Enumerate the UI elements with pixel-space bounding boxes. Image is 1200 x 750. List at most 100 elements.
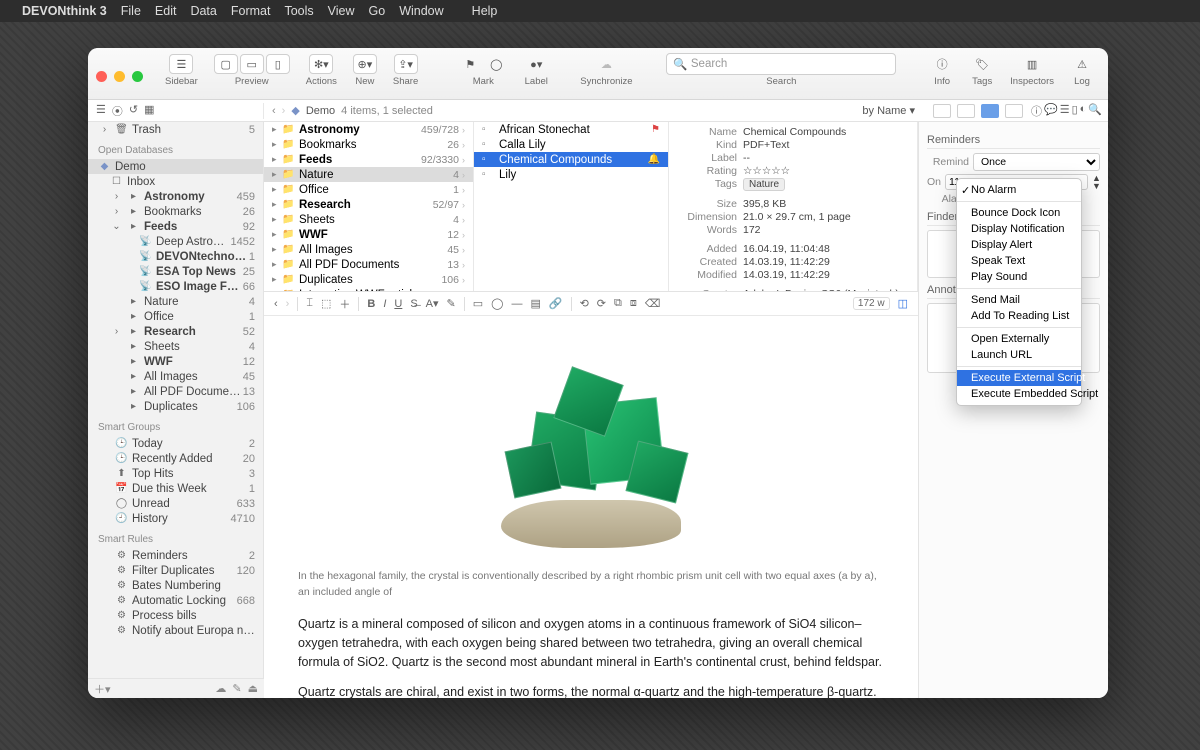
app-name[interactable]: DEVONthink 3 (22, 4, 107, 18)
italic-icon[interactable]: I (383, 298, 386, 310)
sidebar-item[interactable]: ▸All PDF Documents13 (88, 384, 263, 399)
font-color-icon[interactable]: A▾ (426, 297, 439, 310)
sidebar-item[interactable]: 📡ESA Top News25 (88, 264, 263, 279)
cover-view-icon[interactable] (1005, 104, 1023, 118)
column-item[interactable]: ▸📁All Images45› (264, 242, 473, 257)
list-view-icon[interactable] (957, 104, 975, 118)
zoom-controls-icon[interactable]: ◫ (898, 297, 908, 310)
sidebar-item[interactable]: ›▸Astronomy459 (88, 189, 263, 204)
dropdown-item[interactable]: Send Mail (957, 292, 1081, 308)
column-item[interactable]: ▸📁WWF12› (264, 227, 473, 242)
insp-toc-icon[interactable]: ☰ (1060, 103, 1070, 119)
search-input[interactable]: 🔍 Search (666, 53, 896, 75)
sidebar-item[interactable]: ⚙Process bills (88, 608, 263, 623)
close-button[interactable] (96, 71, 107, 82)
stepper-icon[interactable]: ▲▼ (1092, 174, 1101, 190)
column-item[interactable]: ▸📁Interesting WWF articles3› (264, 287, 473, 291)
sidebar-item[interactable]: 📡Deep Astronomy1452 (88, 234, 263, 249)
insp-concordance-icon[interactable]: ◐ (1080, 103, 1087, 119)
sidebar-item[interactable]: ▸WWF12 (88, 354, 263, 369)
insp-generic-icon[interactable]: ⓘ (1031, 103, 1042, 119)
line-icon[interactable]: — (511, 298, 522, 310)
grid-view-icon[interactable] (933, 104, 951, 118)
sidebar-db-demo[interactable]: ◆ Demo (88, 159, 263, 174)
column-item[interactable]: ▸📁Feeds92/3330› (264, 152, 473, 167)
minimize-button[interactable] (114, 71, 125, 82)
sidebar-item[interactable]: ⬆Top Hits3 (88, 466, 263, 481)
column-item[interactable]: ▸📁Astronomy459/728› (264, 122, 473, 137)
doc-back-button[interactable]: ‹ (274, 298, 278, 310)
share-button[interactable]: ⇪▾ (394, 54, 418, 74)
insp-annotations-icon[interactable]: 💬 (1044, 103, 1058, 119)
inspectors-icon[interactable]: ▥ (1020, 54, 1044, 74)
sidebar-item[interactable]: ▸Nature4 (88, 294, 263, 309)
sidebar-inbox[interactable]: ☐ Inbox (88, 174, 263, 189)
highlight-icon[interactable]: ✎ (447, 297, 456, 310)
menu-go[interactable]: Go (369, 4, 386, 18)
oval-icon[interactable]: ◯ (491, 297, 503, 310)
menu-window[interactable]: Window (399, 4, 443, 18)
dropdown-item[interactable]: Speak Text (957, 253, 1081, 269)
dropdown-item[interactable]: Execute External Script (957, 370, 1081, 386)
sidebar-item[interactable]: ⌄▸Feeds92 (88, 219, 263, 234)
view-list-icon[interactable]: ☰ (96, 103, 106, 119)
column-item[interactable]: ▸📁Nature4› (264, 167, 473, 182)
eject-icon[interactable]: ⏏ (248, 682, 258, 695)
menu-edit[interactable]: Edit (155, 4, 177, 18)
insp-search-icon[interactable]: 🔍 (1088, 103, 1102, 119)
sidebar-item[interactable]: 📡DEVONtechnologies |...1 (88, 249, 263, 264)
sidebar-item[interactable]: ⚙Bates Numbering (88, 578, 263, 593)
menu-data[interactable]: Data (190, 4, 216, 18)
dropdown-item[interactable]: Display Notification (957, 221, 1081, 237)
zoom-button[interactable] (132, 71, 143, 82)
sidebar-toggle[interactable]: ☰ (169, 54, 193, 74)
column-item[interactable]: ▸📁Research52/97› (264, 197, 473, 212)
column-item[interactable]: ▸📁Duplicates106› (264, 272, 473, 287)
select-tool-icon[interactable]: ⬚ (321, 297, 331, 310)
sidebar-item[interactable]: ›▸Research52 (88, 324, 263, 339)
sidebar-item[interactable]: 🕘History4710 (88, 511, 263, 526)
text-tool-icon[interactable]: ⌶ (306, 297, 313, 310)
preview-wide-icon[interactable]: ▭ (240, 54, 264, 74)
sidebar-item[interactable]: ⚙Automatic Locking668 (88, 593, 263, 608)
column-item[interactable]: ▸📁Bookmarks26› (264, 137, 473, 152)
sidebar-trash[interactable]: › 🗑 Trash 5 (88, 122, 263, 137)
nav-forward-button[interactable]: › (282, 105, 286, 117)
dropdown-item[interactable]: Add To Reading List (957, 308, 1081, 324)
tags-icon[interactable]: 🏷 (970, 54, 994, 74)
column-item[interactable]: ▫Chemical Compounds🔔 (474, 152, 668, 167)
column-item[interactable]: ▸📁Office1› (264, 182, 473, 197)
underline-icon[interactable]: U (394, 298, 402, 310)
sidebar-item[interactable]: ◯Unread633 (88, 496, 263, 511)
link-icon[interactable]: 🔗 (549, 297, 563, 310)
strike-icon[interactable]: S̶ (410, 298, 417, 310)
column-item[interactable]: ▫Lily (474, 167, 668, 182)
dropdown-item[interactable]: Execute Embedded Script (957, 386, 1081, 402)
dropdown-item[interactable]: Bounce Dock Icon (957, 205, 1081, 221)
sort-selector[interactable]: by Name ▾ (862, 104, 915, 117)
zoom-level[interactable]: 172 w (853, 297, 890, 310)
sidebar-item[interactable]: ▸Duplicates106 (88, 399, 263, 414)
doc-forward-button[interactable]: › (286, 298, 290, 310)
new-button[interactable]: ⊕▾ (353, 54, 377, 74)
script-icon[interactable]: ✎ (232, 682, 241, 695)
sidebar-item[interactable]: 📅Due this Week1 (88, 481, 263, 496)
menu-view[interactable]: View (328, 4, 355, 18)
menu-tools[interactable]: Tools (284, 4, 313, 18)
column-view-icon[interactable] (981, 104, 999, 118)
sidebar-item[interactable]: 📡ESO Image Feed66 (88, 279, 263, 294)
view-tag-icon[interactable]: ⦿ (112, 103, 123, 119)
rect-icon[interactable]: ▭ (473, 297, 483, 310)
trash-tool-icon[interactable]: ⌫ (645, 297, 661, 310)
dropdown-item[interactable]: Open Externally (957, 331, 1081, 347)
sidebar-item[interactable]: ›▸Bookmarks26 (88, 204, 263, 219)
sidebar-item[interactable]: ⚙Notify about Europa news (88, 623, 263, 638)
menu-help[interactable]: Help (472, 4, 498, 18)
column-item[interactable]: ▸📁All PDF Documents13› (264, 257, 473, 272)
dropdown-item[interactable]: Display Alert (957, 237, 1081, 253)
dropdown-item[interactable]: Play Sound (957, 269, 1081, 285)
add-tool-icon[interactable]: ＋ (339, 296, 350, 312)
column-item[interactable]: ▫African Stonechat⚑ (474, 122, 668, 137)
unread-icon[interactable]: ◯ (484, 54, 508, 74)
preview-std-icon[interactable]: ▢ (214, 54, 238, 74)
